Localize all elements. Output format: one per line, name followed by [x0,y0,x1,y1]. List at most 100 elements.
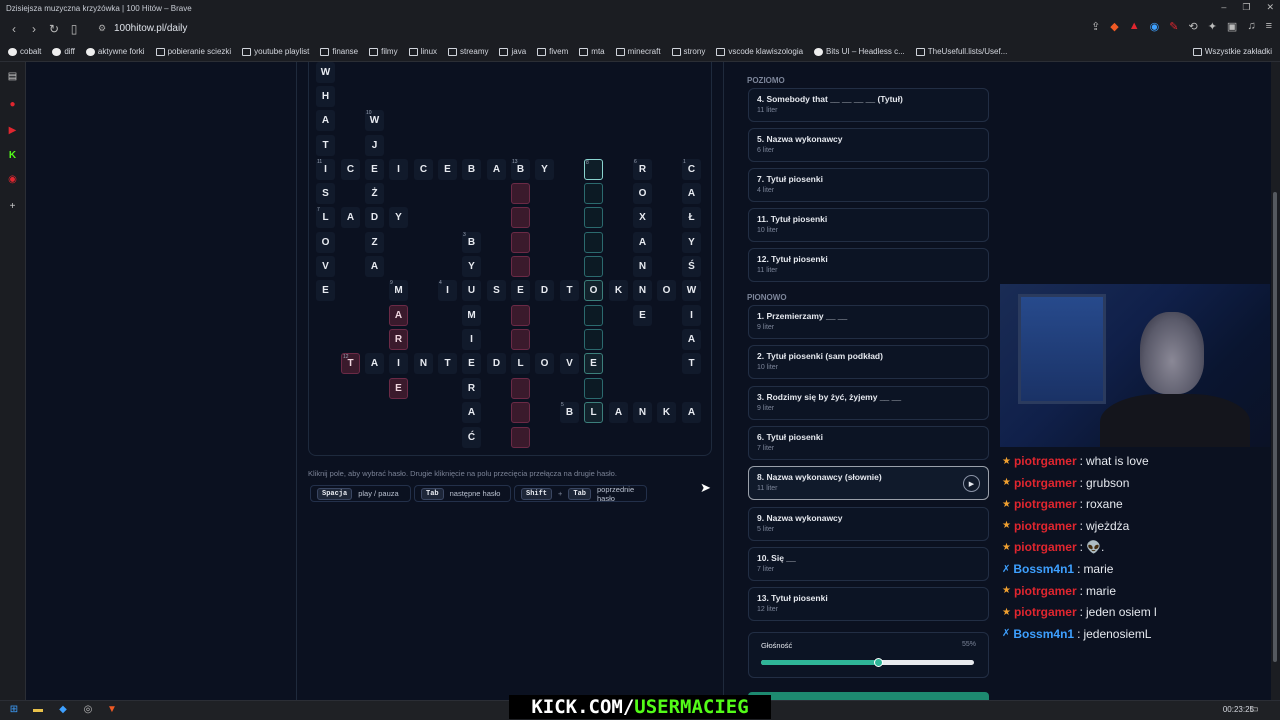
crossword-cell[interactable]: A [609,402,628,423]
crossword-cell[interactable]: 4I [438,280,457,301]
crossword-cell[interactable]: W [316,62,335,83]
clue-item[interactable]: 5. Nazwa wykonawcy 6 liter [748,128,989,162]
crossword-cell[interactable] [584,232,603,253]
crossword-cell[interactable]: O [633,183,652,204]
bookmark-item[interactable]: java [499,47,526,56]
sidebar-panel-icon[interactable]: ▤ [7,72,18,82]
chat-username[interactable]: piotrgamer [1014,584,1077,598]
crossword-cell[interactable]: 13 B [511,159,530,180]
clue-item[interactable]: 7. Tytuł piosenki 4 liter [748,168,989,202]
crossword-cell[interactable]: E [462,353,481,374]
crossword-cell[interactable] [511,427,530,448]
brave-shield-icon[interactable]: ◆ [1110,20,1118,33]
youtube-icon[interactable]: ▶ [7,126,18,136]
crossword-cell[interactable]: Ł [682,207,701,228]
bookmark-item[interactable]: streamy [448,47,488,56]
chat-username[interactable]: Bossm4n1 [1013,562,1074,576]
bookmark-item[interactable]: mta [579,47,605,56]
bookmark-item[interactable]: diff [52,47,75,56]
explorer-icon[interactable]: ▬ [32,704,44,716]
bookmark-item[interactable]: Bits UI – Headless c... [814,47,905,56]
crossword-cell[interactable]: R [462,378,481,399]
crossword-cell[interactable]: A [341,207,360,228]
crossword-cell[interactable] [511,305,530,326]
share-icon[interactable]: ⇪ [1091,20,1100,33]
extension-icon[interactable]: ✎ [1169,20,1178,33]
chat-username[interactable]: piotrgamer [1014,540,1077,554]
extension-icon[interactable]: ◉ [1150,20,1160,33]
crossword-cell[interactable]: 8 [584,159,603,180]
crossword-cell[interactable]: A [682,183,701,204]
crossword-cell[interactable]: I [389,159,408,180]
menu-icon[interactable]: ≡ [1266,20,1272,33]
close-icon[interactable]: ✕ [1266,2,1274,13]
clue-item[interactable]: 10. Się __ 7 liter [748,546,989,581]
clue-item[interactable]: 4. Somebody that __ __ __ __ (Tytuł) 11 l… [748,88,989,122]
restore-icon[interactable]: ❐ [1242,2,1250,13]
bookmark-page-icon[interactable]: ▯ [64,22,84,36]
start-icon[interactable]: ⊞ [8,704,20,716]
chat-username[interactable]: piotrgamer [1014,454,1077,468]
crossword-cell[interactable]: E [584,353,603,374]
crossword-cell[interactable]: Y [462,256,481,277]
crossword-cell[interactable]: U [462,280,481,301]
crossword-cell[interactable] [511,329,530,350]
app-icon[interactable]: ◆ [57,704,69,716]
crossword-cell[interactable]: A [633,232,652,253]
crossword-cell[interactable]: O [316,232,335,253]
sidepanel-icon[interactable]: ▣ [1227,20,1237,33]
crossword-cell[interactable]: O [584,280,603,301]
crossword-cell[interactable]: Y [682,232,701,253]
crossword-cell[interactable]: K [609,280,628,301]
site-info-icon[interactable]: ⚙ [98,23,106,34]
crossword-cell[interactable] [584,183,603,204]
crossword-cell[interactable]: A [389,305,408,326]
crossword-cell[interactable]: E [365,159,384,180]
bookmark-item[interactable]: aktywne forki [85,47,145,56]
bookmark-item[interactable]: TheUsefull.lists/Usef... [915,47,1007,56]
crossword-cell[interactable]: R [389,329,408,350]
bookmark-item[interactable]: cobalt [8,47,41,56]
crossword-cell[interactable] [511,207,530,228]
crossword-cell[interactable]: T [682,353,701,374]
crossword-cell[interactable]: D [365,207,384,228]
back-icon[interactable]: ‹ [4,22,24,36]
crossword-cell[interactable]: W [682,280,701,301]
crossword-cell[interactable] [511,378,530,399]
crossword-cell[interactable]: 9M [389,280,408,301]
minimize-icon[interactable]: – [1221,2,1226,13]
clue-item[interactable]: 9. Nazwa wykonawcy 5 liter [748,506,989,541]
crossword-cell[interactable]: K [657,402,676,423]
clue-item[interactable]: 13. Tytuł piosenki 12 liter [748,587,989,622]
kick-icon[interactable]: K [7,151,18,161]
crossword-cell[interactable]: 7L [316,207,335,228]
bookmark-item[interactable]: vscode klawiszologia [716,47,803,56]
crossword-cell[interactable]: B [462,159,481,180]
crossword-cell[interactable]: S [487,280,506,301]
crossword-cell[interactable]: H [316,86,335,107]
chat-username[interactable]: Bossm4n1 [1013,627,1074,641]
crossword-cell[interactable]: E [316,280,335,301]
crossword-cell[interactable] [584,305,603,326]
crossword-cell[interactable]: A [365,353,384,374]
page-scrollbar[interactable] [1271,62,1280,700]
crossword-cell[interactable]: O [535,353,554,374]
chat-username[interactable]: piotrgamer [1014,476,1077,490]
bookmark-item[interactable]: strony [671,47,705,56]
crossword-cell[interactable]: V [316,256,335,277]
scrollbar-thumb[interactable] [1273,192,1277,662]
clue-item[interactable]: 12. Tytuł piosenki 11 liter [748,248,989,282]
crossword-cell[interactable]: D [535,280,554,301]
bookmark-item[interactable]: minecraft [615,47,661,56]
sidebar-app-icon[interactable]: ◉ [7,175,18,185]
crossword-cell[interactable]: A [682,329,701,350]
forward-icon[interactable]: › [24,22,44,36]
music-icon[interactable]: ♫ [1247,20,1255,33]
crossword-cell[interactable]: 10 W [365,110,384,131]
extension-icon[interactable]: ⟲ [1188,20,1197,33]
crossword-cell[interactable]: T [438,353,457,374]
crossword-cell[interactable]: N [414,353,433,374]
crossword-cell[interactable]: A [682,402,701,423]
crossword-cell[interactable]: Z [365,232,384,253]
extension-icon[interactable]: ▲ [1129,20,1140,33]
